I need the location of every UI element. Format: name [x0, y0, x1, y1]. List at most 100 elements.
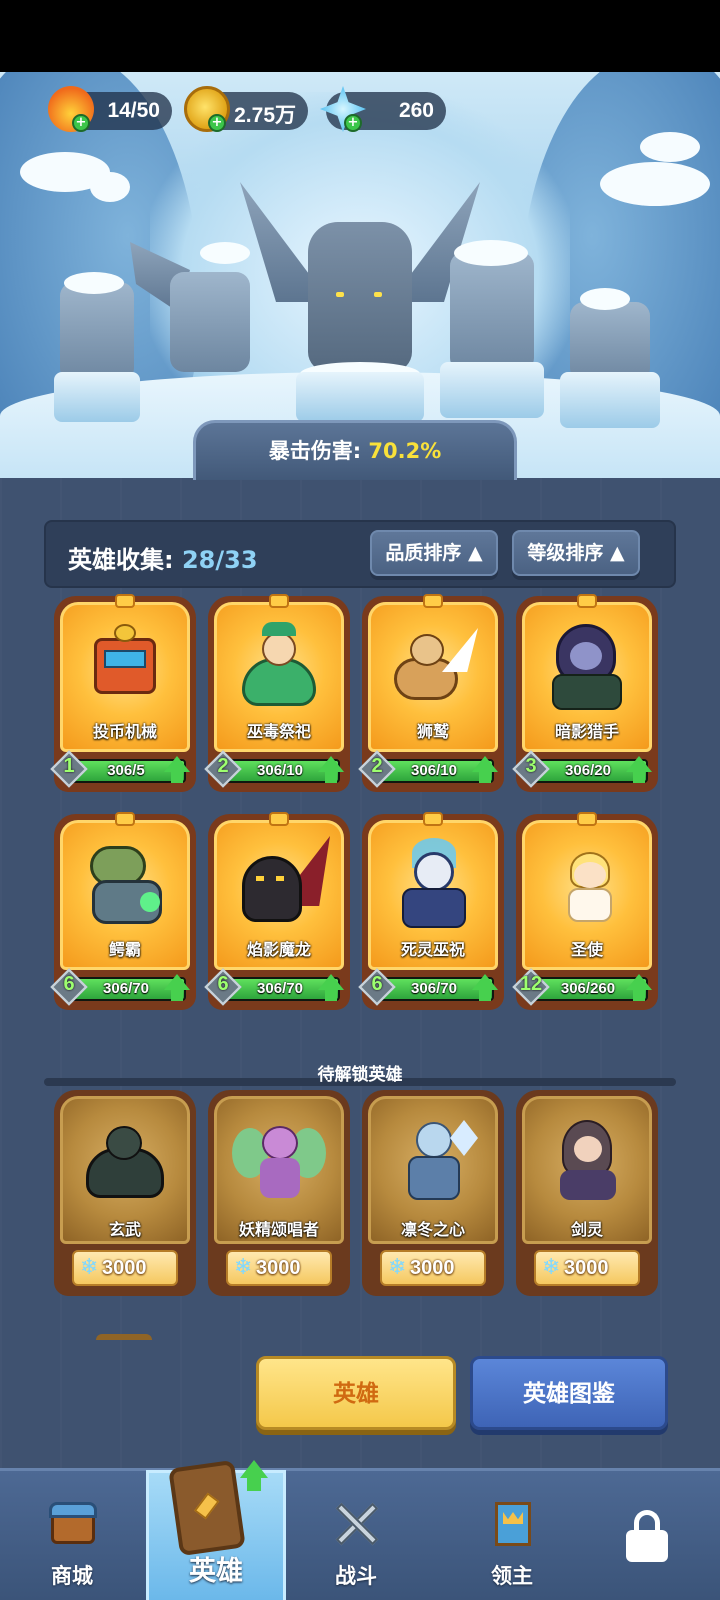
unlock-cost-button[interactable]: ❄ 3000 [226, 1250, 332, 1286]
ice-crystal-icon: ❄ [234, 1255, 253, 1280]
sort-quality-label: 品质排序 [385, 542, 462, 564]
locked-hero-card[interactable]: 剑灵 ❄ 3000 [516, 1090, 658, 1296]
upgrade-arrow-icon [626, 974, 652, 990]
gold-counter[interactable]: + 2.75万 [184, 86, 308, 132]
lock-icon [620, 1510, 672, 1562]
ice-crystal-icon: ❄ [542, 1255, 561, 1280]
crit-damage-value: 70.2% [368, 439, 442, 463]
collection-count: 28/33 [181, 546, 258, 574]
unlock-cost: 3000 [102, 1257, 147, 1279]
crit-damage-banner: 暴击伤害: 70.2% [193, 420, 517, 480]
snow-patch [90, 172, 130, 202]
hero-card[interactable]: 狮鹫 306/10 2 [358, 594, 504, 798]
shop-chest-icon [47, 1498, 99, 1548]
hero-name: 狮鹫 [416, 722, 449, 741]
griffin-hero-portrait [386, 618, 480, 714]
hero-level: 6 [371, 973, 383, 995]
unlock-cost: 3000 [410, 1257, 455, 1279]
unlock-cost-button[interactable]: ❄ 3000 [534, 1250, 640, 1286]
add-crystal-icon[interactable]: + [344, 114, 362, 132]
gold-value: 2.75万 [234, 104, 296, 127]
hero-name: 焰影魔龙 [246, 940, 311, 959]
upgrade-arrow-icon [164, 756, 190, 772]
voodoo-priest-hero-portrait [232, 618, 326, 714]
heroes-button[interactable]: 英雄 [256, 1356, 456, 1430]
hero-card[interactable]: 圣使 306/260 12 [512, 812, 658, 1016]
hero-card[interactable]: 焰影魔龙 306/70 6 [204, 812, 350, 1016]
slot-machine-hero-portrait [78, 618, 172, 714]
nav-shop-label: 商城 [51, 1564, 93, 1588]
hero-name: 圣使 [570, 940, 603, 959]
add-energy-icon[interactable]: + [72, 114, 90, 132]
nav-locked[interactable] [600, 1490, 700, 1600]
locked-section-title: 待解锁英雄 [317, 1065, 403, 1085]
snow-patch [640, 132, 700, 162]
upgrade-arrow-icon [164, 974, 190, 990]
locked-hero-card[interactable]: 玄武 ❄ 3000 [54, 1090, 196, 1296]
nav-heroes[interactable]: 英雄 [166, 1490, 266, 1600]
hero-name: 巫毒祭祀 [246, 722, 311, 741]
hero-level: 3 [525, 755, 537, 777]
unlock-cost-button[interactable]: ❄ 3000 [72, 1250, 178, 1286]
hero-card[interactable]: 投币机械 306/5 1 [50, 594, 196, 798]
upgrade-arrow-icon [472, 974, 498, 990]
collection-label-text: 英雄收集: [68, 546, 174, 574]
locked-hero-card[interactable]: 妖精颂唱者 ❄ 3000 [208, 1090, 350, 1296]
upgrade-arrow-icon [626, 756, 652, 772]
add-gold-icon[interactable]: + [208, 114, 226, 132]
sort-by-quality-button[interactable]: 品质排序 ▲ [370, 530, 498, 576]
crystal-value: 260 [398, 99, 434, 122]
hero-name: 妖精颂唱者 [238, 1220, 319, 1239]
upgrade-arrow-icon [472, 756, 498, 772]
statue-slot-machine [550, 272, 670, 442]
locked-hero-card[interactable]: 凛冬之心 ❄ 3000 [362, 1090, 504, 1296]
crocodile-hero-portrait [78, 836, 172, 932]
hero-card[interactable]: 鳄霸 306/70 6 [50, 812, 196, 1016]
unlock-cost: 3000 [564, 1257, 609, 1279]
hero-name: 暗影猎手 [554, 722, 619, 741]
necromancer-hero-portrait [386, 836, 480, 932]
hero-card[interactable]: 死灵巫祝 306/70 6 [358, 812, 504, 1016]
hero-level: 12 [519, 973, 543, 995]
nav-battle[interactable]: 战斗 [306, 1490, 406, 1600]
shadow-hunter-hero-portrait [540, 618, 634, 714]
hero-name: 剑灵 [570, 1220, 603, 1239]
upgrade-arrow-icon [318, 756, 344, 772]
hero-name: 鳄霸 [108, 940, 141, 959]
crossed-swords-icon [331, 1498, 383, 1548]
holy-envoy-hero-portrait [540, 836, 634, 932]
black-tortoise-hero-portrait [78, 1112, 172, 1208]
sword-spirit-hero-portrait [540, 1112, 634, 1208]
hero-codex-button[interactable]: 英雄图鉴 [470, 1356, 668, 1430]
snow-patch [600, 162, 710, 206]
statue-hooded [430, 222, 550, 432]
hero-card[interactable]: 巫毒祭祀 306/10 2 [204, 594, 350, 798]
nav-shop[interactable]: 商城 [22, 1490, 122, 1600]
hero-card[interactable]: 暗影猎手 306/20 3 [512, 594, 658, 798]
hero-level: 6 [63, 973, 75, 995]
winter-heart-hero-portrait [386, 1112, 480, 1208]
lord-banner-icon [487, 1498, 539, 1548]
unlock-cost-button[interactable]: ❄ 3000 [380, 1250, 486, 1286]
shadow-dragon-hero-portrait [232, 836, 330, 932]
sort-by-level-button[interactable]: 等级排序 ▲ [512, 530, 640, 576]
energy-value: 14/50 [107, 99, 160, 122]
hero-name: 玄武 [108, 1220, 141, 1239]
fairy-singer-hero-portrait [232, 1112, 326, 1208]
upgrade-arrow-icon [318, 974, 344, 990]
upgrade-arrow-icon [240, 1460, 268, 1478]
energy-counter[interactable]: + 14/50 [48, 86, 172, 132]
nav-battle-label: 战斗 [335, 1564, 377, 1588]
status-bar [0, 0, 720, 72]
hero-level: 2 [217, 755, 229, 777]
hero-level: 1 [63, 755, 75, 777]
hero-name: 凛冬之心 [400, 1220, 465, 1239]
hero-collection-bar: 英雄收集: 28/33 品质排序 ▲ 等级排序 ▲ [44, 520, 676, 588]
crit-damage-label: 暴击伤害: [268, 439, 362, 463]
unlock-cost: 3000 [256, 1257, 301, 1279]
nav-lord[interactable]: 领主 [462, 1490, 562, 1600]
sort-up-icon: ▲ [610, 542, 625, 564]
crystal-counter[interactable]: + 260 [320, 86, 446, 132]
nav-heroes-label: 英雄 [189, 1556, 243, 1587]
nav-lord-label: 领主 [491, 1564, 533, 1588]
